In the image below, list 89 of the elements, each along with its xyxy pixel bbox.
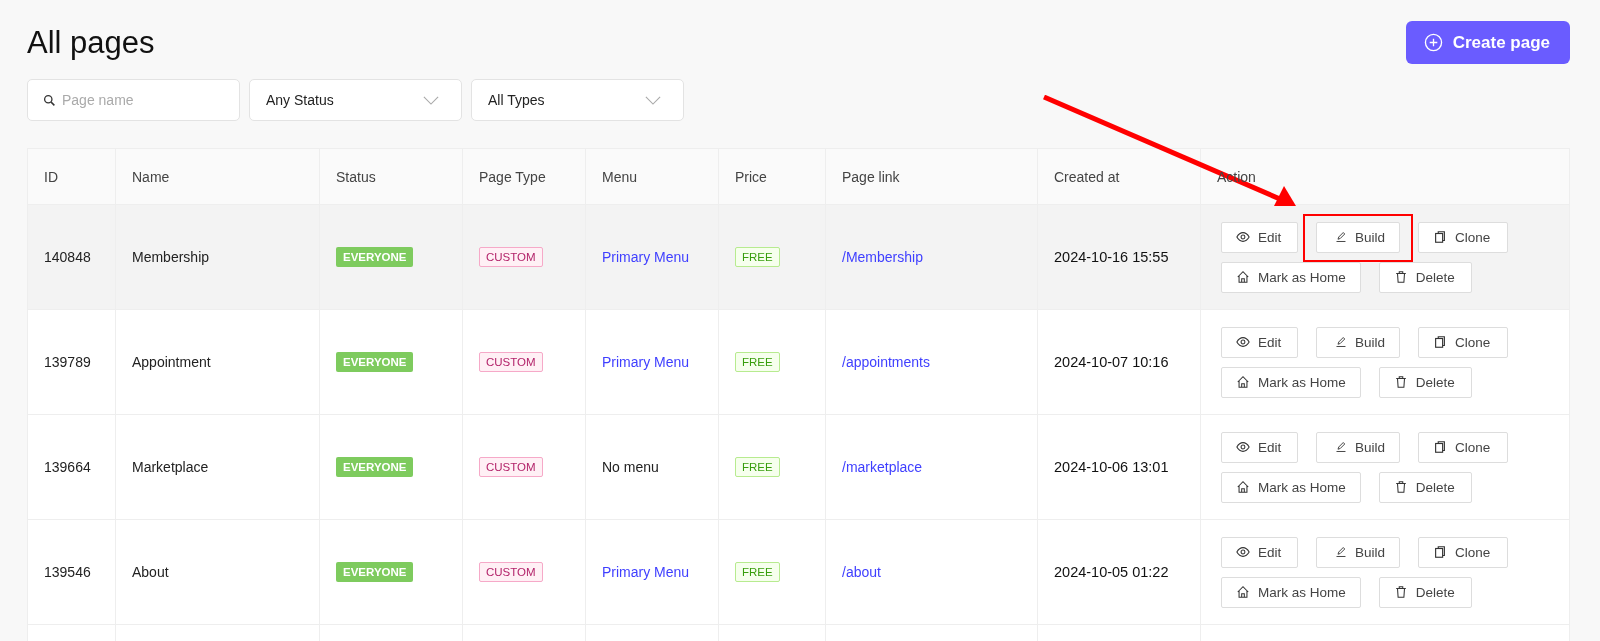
home-button[interactable]: Mark as Home xyxy=(1221,261,1361,293)
page-title: All pages xyxy=(27,24,155,61)
column-header: Name xyxy=(132,168,170,185)
home-button[interactable]: Mark as Home xyxy=(1221,366,1361,398)
status-dropdown[interactable]: Any Status xyxy=(249,79,462,121)
id-text: 139664 xyxy=(44,459,91,475)
home-button[interactable]: Mark as Home xyxy=(1221,576,1361,608)
clone-button[interactable]: Clone xyxy=(1418,431,1508,463)
edit-button[interactable]: Edit xyxy=(1221,536,1298,568)
created-date: 2024-10-16 15:55 xyxy=(1054,249,1169,265)
chevron-down-icon xyxy=(645,95,661,105)
create-page-button[interactable]: Create page xyxy=(1405,21,1570,64)
created-date: 2024-10-05 01:22 xyxy=(1054,564,1169,580)
menu-link[interactable]: Primary Menu xyxy=(602,564,690,580)
build-button[interactable]: Build xyxy=(1316,326,1400,358)
clone-button[interactable]: Clone xyxy=(1418,221,1508,253)
page-link[interactable]: /appointments xyxy=(842,354,930,370)
delete-button[interactable]: Delete xyxy=(1378,576,1472,608)
eye-icon xyxy=(1236,545,1250,559)
home-button[interactable]: Mark as Home xyxy=(1221,471,1361,503)
status-badge: EVERYONE xyxy=(336,457,414,477)
page-link[interactable]: /marketplace xyxy=(842,459,923,475)
pencil-icon xyxy=(1335,545,1347,559)
name-text: Marketplace xyxy=(132,459,209,475)
menu-text: No menu xyxy=(602,459,659,475)
trash-icon xyxy=(1393,375,1408,389)
delete-button[interactable]: Delete xyxy=(1378,366,1472,398)
copy-icon xyxy=(1433,545,1447,559)
id-text: 140848 xyxy=(44,249,91,265)
name-text: About xyxy=(132,564,169,580)
type-dropdown[interactable]: All Types xyxy=(471,79,684,121)
page-type-badge: CUSTOM xyxy=(479,247,543,267)
page-type-badge: CUSTOM xyxy=(479,457,543,477)
pencil-icon xyxy=(1335,230,1347,244)
edit-button[interactable]: Edit xyxy=(1221,431,1298,463)
column-header: Status xyxy=(336,168,376,185)
created-date: 2024-10-06 13:01 xyxy=(1054,459,1169,475)
eye-icon xyxy=(1236,230,1250,244)
build-button[interactable]: Build xyxy=(1316,431,1400,463)
pencil-icon xyxy=(1335,335,1347,349)
price-badge: FREE xyxy=(735,562,780,582)
status-badge: EVERYONE xyxy=(336,562,414,582)
trash-icon xyxy=(1393,270,1408,284)
copy-icon xyxy=(1433,230,1447,244)
created-date: 2024-10-07 10:16 xyxy=(1054,354,1169,370)
plus-circle-icon xyxy=(1423,33,1443,52)
delete-button[interactable]: Delete xyxy=(1378,261,1472,293)
page-type-badge: CUSTOM xyxy=(479,352,543,372)
copy-icon xyxy=(1433,440,1447,454)
house-icon xyxy=(1236,270,1250,284)
house-icon xyxy=(1236,375,1250,389)
clone-button[interactable]: Clone xyxy=(1418,326,1508,358)
edit-button[interactable]: Edit xyxy=(1221,221,1298,253)
name-text: Appointment xyxy=(132,354,211,370)
eye-icon xyxy=(1236,335,1250,349)
clone-button[interactable]: Clone xyxy=(1418,536,1508,568)
column-header: Page link xyxy=(842,168,900,185)
page-type-badge: CUSTOM xyxy=(479,562,543,582)
column-header: Menu xyxy=(602,168,638,185)
build-button[interactable]: Build xyxy=(1316,221,1400,253)
copy-icon xyxy=(1433,335,1447,349)
delete-button[interactable]: Delete xyxy=(1378,471,1472,503)
pencil-icon xyxy=(1335,440,1347,454)
status-badge: EVERYONE xyxy=(336,247,414,267)
search-field[interactable]: Page name xyxy=(27,79,240,121)
column-header: Page Type xyxy=(479,168,546,185)
trash-icon xyxy=(1393,585,1408,599)
id-text: 139789 xyxy=(44,354,91,370)
column-header: Price xyxy=(735,168,767,185)
search-icon xyxy=(43,94,56,107)
build-button[interactable]: Build xyxy=(1316,536,1400,568)
page-link[interactable]: /Membership xyxy=(842,249,923,265)
name-text: Membership xyxy=(132,249,210,265)
column-header: ID xyxy=(44,168,58,185)
house-icon xyxy=(1236,585,1250,599)
edit-button[interactable]: Edit xyxy=(1221,326,1298,358)
price-badge: FREE xyxy=(735,457,780,477)
menu-link[interactable]: Primary Menu xyxy=(602,249,690,265)
price-badge: FREE xyxy=(735,352,780,372)
price-badge: FREE xyxy=(735,247,780,267)
column-header: Created at xyxy=(1054,168,1120,185)
house-icon xyxy=(1236,480,1250,494)
menu-link[interactable]: Primary Menu xyxy=(602,354,690,370)
chevron-down-icon xyxy=(423,95,439,105)
trash-icon xyxy=(1393,480,1408,494)
id-text: 139546 xyxy=(44,564,91,580)
eye-icon xyxy=(1236,440,1250,454)
status-badge: EVERYONE xyxy=(336,352,414,372)
page-link[interactable]: /about xyxy=(842,564,881,580)
